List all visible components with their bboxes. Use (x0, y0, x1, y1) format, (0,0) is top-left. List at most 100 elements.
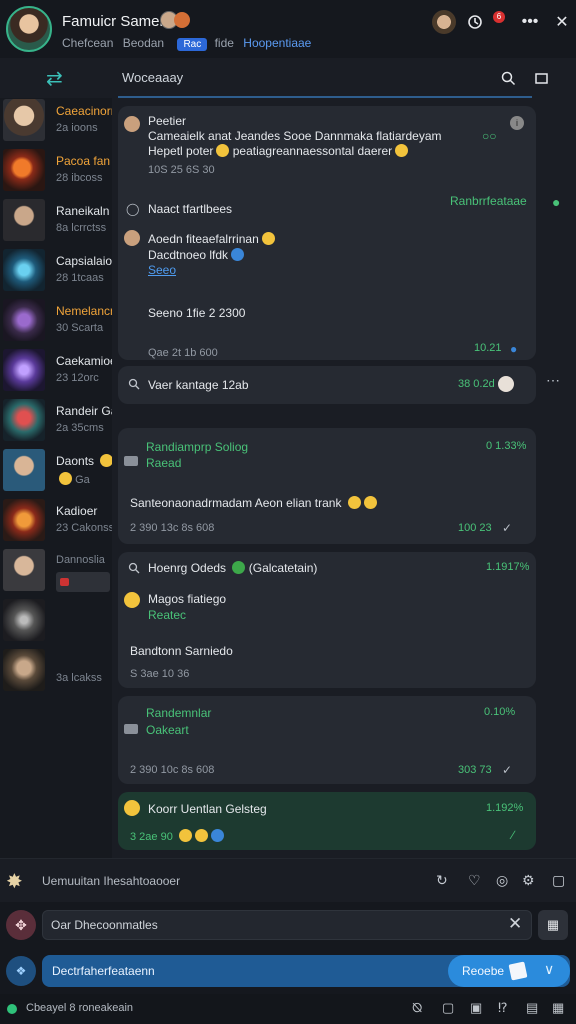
read-receipt-icon: ✓ (502, 763, 513, 777)
emoji-icon (347, 496, 361, 509)
sidebar-item[interactable]: Capsialaiod 28 1tcaas (0, 248, 112, 298)
expand-icon[interactable]: ▦ (552, 1000, 564, 1016)
sidebar-item[interactable]: Caekamioe 23 12orc (0, 348, 112, 398)
window-icon[interactable]: ▢ (552, 872, 565, 889)
clear-icon[interactable]: ✕ (508, 914, 522, 934)
subtitle-item[interactable]: Beodan (123, 36, 164, 50)
contact-avatar[interactable] (432, 10, 456, 34)
more-options-icon[interactable]: ⋯ (546, 372, 560, 389)
slash-icon[interactable]: ⦰ (412, 1000, 422, 1016)
conversation-thumbnail (3, 349, 45, 391)
sidebar-item[interactable]: Daonts Ga (0, 448, 112, 498)
layout-icon[interactable]: ▤ (526, 1000, 538, 1016)
draft-icon (60, 578, 69, 586)
message-card-highlighted[interactable]: Koorr Uentlan Gelsteg 1.192% 3 2ae 90 ∕ (118, 792, 536, 850)
sender-avatar (124, 116, 140, 132)
user-avatar[interactable] (6, 6, 52, 52)
conversation-thumbnail (3, 199, 45, 241)
card-percent: 0 1.33% (486, 440, 527, 452)
info-icon[interactable]: i (510, 116, 524, 130)
reaction-icon[interactable]: ○○ (482, 129, 497, 143)
sidebar-item[interactable]: Dannoslia (0, 548, 112, 598)
sparkle-icon[interactable]: ✸ (6, 869, 23, 894)
sidebar-item-meta: 2a ioons (56, 122, 98, 134)
sidebar-item[interactable]: Pacoa fan 28 ibcoss (0, 148, 112, 198)
close-icon[interactable]: ✕ (550, 10, 574, 34)
sidebar-item[interactable]: 3a lcakss (0, 648, 112, 698)
emoji-icon (232, 561, 246, 574)
conversation-thumbnail (3, 249, 45, 291)
card-title: Koorr Uentlan Gelsteg (148, 802, 267, 816)
send-button[interactable]: Reoebe ∨ (448, 955, 570, 987)
sidebar-item[interactable]: Nemelancn 30 Scarta (0, 298, 112, 348)
more-options-icon[interactable]: ••• (518, 10, 542, 34)
card-icon (124, 456, 138, 466)
voice-icon[interactable]: ❖ (6, 956, 36, 986)
subtitle-item[interactable]: fide (215, 36, 234, 50)
heart-icon[interactable]: ♡ (468, 872, 481, 889)
group-icon[interactable]: ⚙ (522, 872, 535, 889)
composer-toolbar: ✸ Uemuuitan Ihesahtoaooer ↻ ♡ ◎ ⚙ ▢ (0, 858, 576, 902)
input-row: ✥ ✕ ▦ (0, 902, 576, 948)
status-bar: Cbeayel 8 roneakeain ⦰ ▢ ▣ ⁉ ▤ ▦ (0, 994, 576, 1024)
tool-icon[interactable]: ✥ (6, 910, 36, 940)
attachment-icon[interactable]: ◯ (126, 202, 139, 216)
search-icon (128, 378, 140, 393)
emoji-icon (59, 472, 72, 485)
subtitle-item[interactable]: Chefcean (62, 36, 113, 50)
toolbar: ⇄ Woceaaay (0, 58, 576, 98)
sidebar-item[interactable]: Caeacinorr 2a ioons (0, 98, 112, 148)
subtitle-pill[interactable]: Rac (177, 38, 208, 51)
history-icon[interactable]: ↻ (436, 872, 448, 889)
message-card[interactable]: Randiamprp Soliog 0 1.33% Raead Santeona… (118, 428, 536, 544)
emoji-icon (194, 829, 208, 842)
card-percent: 1.192% (486, 802, 524, 814)
toolbar-title[interactable]: Woceaaay (122, 70, 183, 85)
message-card[interactable]: Randemnlar 0.10% Oakeart 2 390 10c 8s 60… (118, 696, 536, 784)
edit-icon[interactable]: ∕ (512, 828, 514, 842)
thread-tag: Ranbrrfeataae (450, 194, 527, 208)
square-icon[interactable]: ▢ (442, 1000, 454, 1016)
sidebar-item-title: Kadioer (56, 504, 98, 518)
sidebar-item-title: Randeir Ga (56, 404, 112, 418)
card-body: Santeonaonadrmadam Aeon elian trank (130, 496, 377, 510)
read-receipt-icon: ● (510, 342, 518, 356)
sidebar-item[interactable]: Raneikaln 8a lcrrctss (0, 198, 112, 248)
sidebar-item-title: Nemelancn (56, 304, 112, 318)
message-input[interactable] (42, 910, 532, 940)
conversation-thumbnail (3, 399, 45, 441)
sidebar-item[interactable]: Kadioer 23 Cakonss (0, 498, 112, 548)
emoji-icon (395, 144, 409, 157)
sidebar-item[interactable]: Randeir Ga 2a 35cms (0, 398, 112, 448)
message-time: 10S 25 6S 30 (148, 164, 215, 176)
send-row: ❖ Dectrfaherfeataenn Reoebe ∨ (0, 948, 576, 994)
target-icon[interactable]: ◎ (496, 872, 508, 889)
notification-icon[interactable] (463, 10, 487, 34)
attach-button[interactable]: ▦ (538, 910, 568, 940)
emoji-icon (178, 829, 192, 842)
card-time-right: 303 73 (458, 764, 492, 776)
message-card[interactable]: Hoenrg Odeds (Galcatetain) 1.1917% Magos… (118, 552, 536, 688)
sidebar-item-title: Caekamioe (56, 354, 112, 368)
help-icon[interactable]: ⁉ (498, 1000, 508, 1016)
image-icon[interactable]: ▣ (470, 1000, 482, 1016)
notification-badge: 6 (493, 11, 505, 23)
back-arrow-icon[interactable]: ⇄ (46, 66, 63, 91)
card-subtitle: Magos fiatiego (148, 592, 227, 606)
chevron-down-icon[interactable]: ∨ (544, 961, 554, 978)
sidebar-item-title: Caeacinorr (56, 104, 112, 118)
message-link[interactable]: Seeo (148, 263, 176, 277)
online-indicator-icon: ● (552, 194, 561, 210)
sidebar-item[interactable] (0, 598, 112, 648)
paper-plane-icon (508, 961, 528, 981)
conversation-thumbnail (3, 499, 45, 541)
sidebar-item-title: Raneikaln (56, 204, 110, 218)
message-card[interactable]: Peetier i Cameaielk anat Jeandes Sooe Da… (118, 106, 536, 360)
window-icon[interactable] (529, 66, 553, 90)
search-icon[interactable] (496, 66, 520, 90)
emoji-icon (216, 144, 230, 157)
reply-bar[interactable]: Dectrfaherfeataenn Reoebe ∨ (42, 955, 570, 987)
search-result-row[interactable]: Vaer kantage 12ab 38 0.2d (118, 366, 536, 404)
read-receipt-icon: ✓ (502, 521, 513, 535)
subtitle-link[interactable]: Hoopentiaae (243, 36, 311, 50)
